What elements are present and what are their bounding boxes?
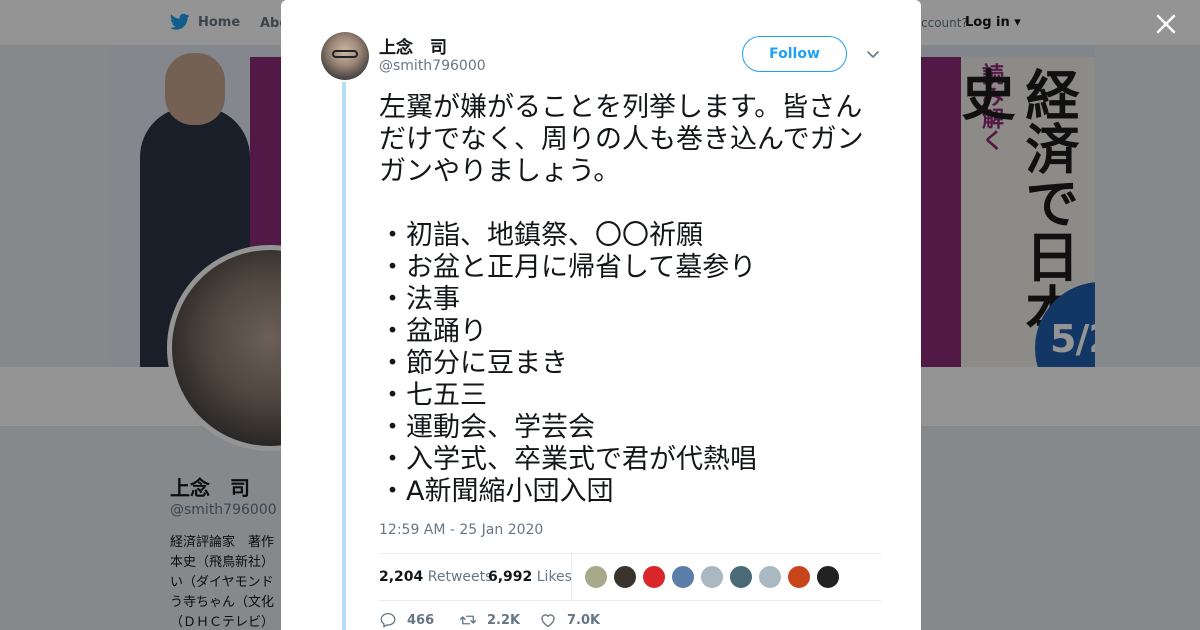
tweet-text: 左翼が嫌がることを列挙します。皆さんだけでなく、周りの人も巻き込んでガンガンやり…	[379, 92, 889, 508]
retweets-label: Retweets	[427, 569, 493, 585]
follow-button[interactable]: Follow	[742, 36, 847, 72]
tweet-modal: 上念 司 @smith796000 Follow 左翼が嫌がることを列挙します。…	[281, 0, 921, 630]
tweet-timestamp[interactable]: 12:59 AM - 25 Jan 2020	[379, 522, 543, 538]
author-name[interactable]: 上念 司	[379, 33, 447, 58]
liker-avatar[interactable]	[642, 565, 666, 589]
list-item: ・お盆と正月に帰省して墓参り	[379, 252, 757, 283]
retweet-icon	[459, 615, 477, 625]
chevron-down-icon[interactable]	[865, 46, 881, 62]
author-handle[interactable]: @smith796000	[379, 58, 486, 74]
like-count: 7.0K	[567, 612, 601, 628]
retweets-count: 2,204	[379, 569, 424, 585]
avatar-glasses	[332, 50, 358, 58]
retweet-count: 2.2K	[487, 612, 521, 628]
tweet-actions: 466 2.2K 7.0K	[379, 611, 881, 630]
heart-icon	[541, 614, 555, 628]
like-button[interactable]: 7.0K	[539, 611, 600, 629]
reply-count: 466	[407, 612, 435, 628]
liker-avatar[interactable]	[584, 565, 608, 589]
list-item: ・A新聞縮小団入団	[379, 476, 614, 507]
list-item: ・初詣、地鎮祭、〇〇祈願	[379, 220, 703, 251]
stats-divider	[571, 554, 572, 600]
tweet-intro: 左翼が嫌がることを列挙します。皆さんだけでなく、周りの人も巻き込んでガンガンやり…	[379, 92, 864, 187]
liker-avatar[interactable]	[700, 565, 724, 589]
liker-avatar[interactable]	[787, 565, 811, 589]
liker-avatar[interactable]	[816, 565, 840, 589]
retweets-stat[interactable]: 2,204 Retweets	[379, 569, 492, 585]
liker-avatar[interactable]	[613, 565, 637, 589]
list-item: ・入学式、卒業式で君が代熱唱	[379, 444, 757, 475]
author-avatar[interactable]	[321, 32, 369, 80]
liker-avatar[interactable]	[671, 565, 695, 589]
list-item: ・盆踊り	[379, 316, 487, 347]
liker-avatar[interactable]	[758, 565, 782, 589]
likes-stat[interactable]: 6,992 Likes	[488, 569, 572, 585]
list-item: ・節分に豆まき	[379, 348, 568, 379]
likes-count: 6,992	[488, 569, 533, 585]
reply-button[interactable]: 466	[379, 611, 434, 629]
liker-avatar[interactable]	[729, 565, 753, 589]
close-icon[interactable]	[1152, 10, 1180, 38]
tweet-list: ・初詣、地鎮祭、〇〇祈願 ・お盆と正月に帰省して墓参り ・法事 ・盆踊り ・節分…	[379, 220, 889, 508]
list-item: ・運動会、学芸会	[379, 412, 595, 443]
tweet-stats: 2,204 Retweets 6,992 Likes	[379, 553, 881, 601]
retweet-button[interactable]: 2.2K	[459, 611, 520, 629]
likes-label: Likes	[536, 569, 572, 585]
list-item: ・七五三	[379, 380, 487, 411]
thread-line	[342, 82, 346, 630]
list-item: ・法事	[379, 284, 460, 315]
reply-icon	[380, 612, 396, 628]
